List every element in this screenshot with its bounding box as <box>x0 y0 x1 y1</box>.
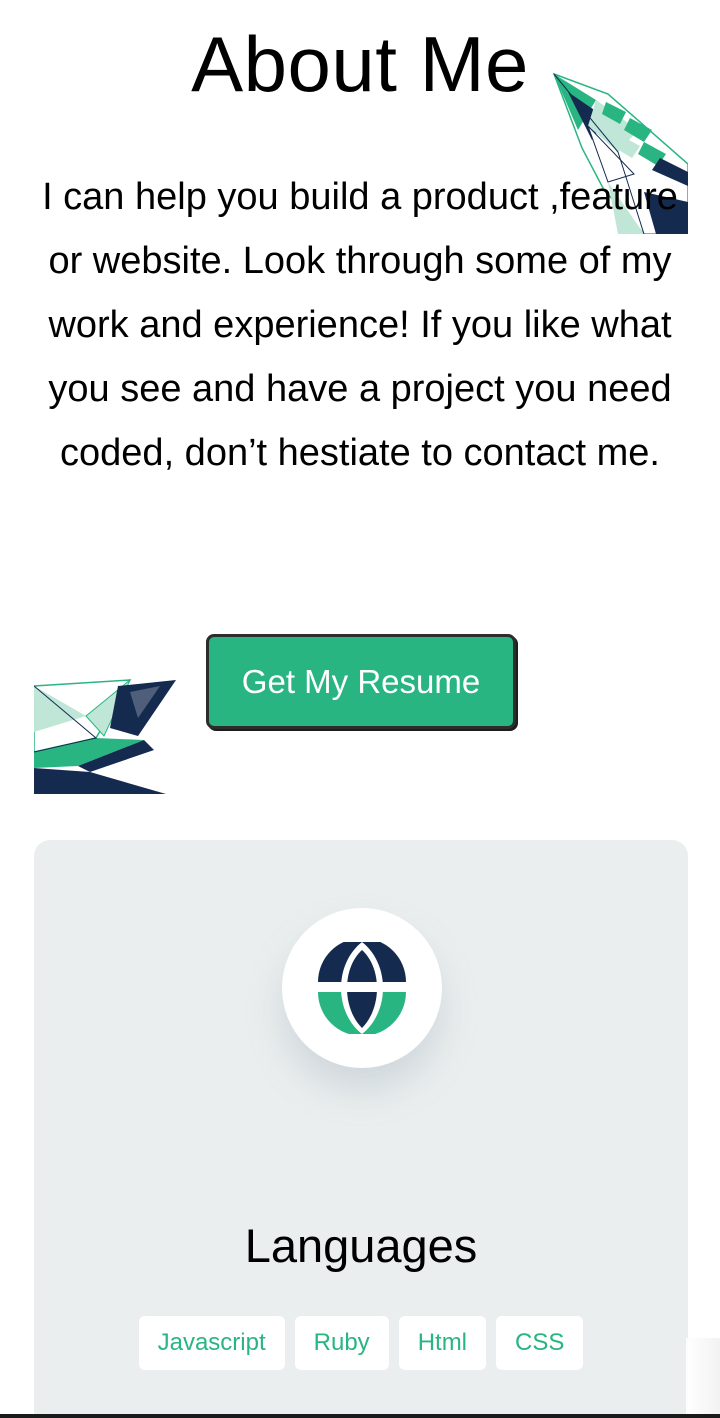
tag-css[interactable]: CSS <box>496 1316 584 1370</box>
window-bottom-edge <box>0 1414 720 1418</box>
tag-ruby[interactable]: Ruby <box>294 1316 389 1370</box>
globe-icon-container <box>282 908 442 1068</box>
card-title: Languages <box>244 1219 478 1272</box>
get-resume-button[interactable]: Get My Resume <box>206 634 516 729</box>
tag-javascript[interactable]: Javascript <box>138 1316 285 1370</box>
edge-shadow <box>686 1338 720 1418</box>
globe-icon <box>316 942 408 1034</box>
language-tags: Javascript Ruby Html CSS <box>34 1316 688 1370</box>
languages-card: Languages Javascript Ruby Html CSS <box>34 840 688 1418</box>
paper-crane-decoration <box>34 679 176 794</box>
about-description: I can help you build a product ,feature … <box>42 176 678 474</box>
tag-html[interactable]: Html <box>398 1316 487 1370</box>
about-page: About Me I can help you build a product … <box>0 0 720 1418</box>
